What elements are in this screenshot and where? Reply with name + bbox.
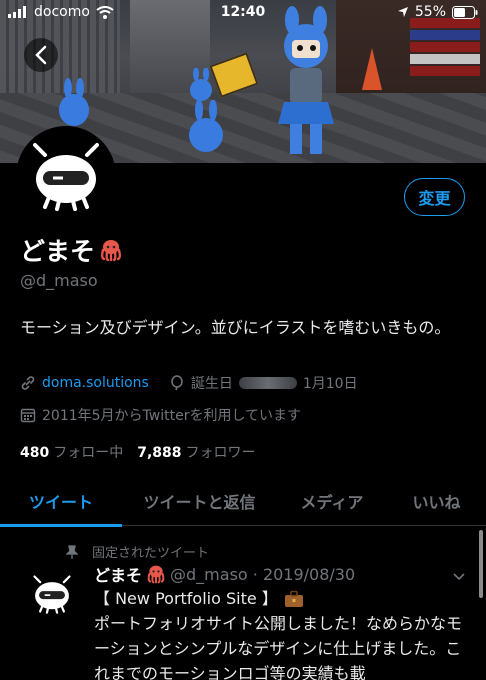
profile-bio: モーション及びデザイン。並びにイラストを嗜むいきもの。 [20, 318, 451, 337]
battery-icon [452, 5, 478, 19]
banner-shop-signs [410, 18, 480, 88]
link-icon [21, 376, 35, 390]
tab-likes[interactable]: いいね [387, 476, 486, 526]
chevron-down-icon [453, 573, 465, 581]
location-arrow-icon [397, 7, 408, 17]
tweet-text: ポートフォリオサイト公開しました！なめらかなモーションとシンプルなデザインに仕上… [94, 614, 463, 680]
banner-bunny-illustration [59, 78, 89, 126]
balloon-icon [171, 375, 183, 391]
profile-name: どまそ [20, 232, 123, 268]
profile-website-link[interactable]: doma.solutions [42, 375, 149, 391]
birthday-prefix: 誕生日 [190, 376, 233, 392]
tab-tweets[interactable]: ツイート [0, 476, 122, 527]
following-count: 480 [20, 445, 50, 461]
pinned-label: 固定されたツイート [92, 546, 210, 561]
profile-joined: 2011年5月からTwitterを利用しています [20, 405, 301, 425]
avatar-creature-icon [33, 143, 99, 211]
tweet-header: どまそ @d_maso · 2019/08/30 [94, 562, 355, 586]
tweet-title: 【 New Portfolio Site 】 [94, 589, 278, 608]
back-button[interactable] [24, 38, 58, 72]
tweet-author-avatar[interactable] [26, 568, 78, 620]
following-label: フォロー中 [53, 445, 124, 461]
followers-count: 7,888 [137, 445, 182, 461]
pin-icon [66, 544, 78, 559]
tweet-handle-date: @d_maso · 2019/08/30 [170, 564, 356, 584]
briefcase-emoji-icon [284, 590, 303, 607]
banner-bunny-illustration [189, 100, 223, 152]
joined-text: 2011年5月からTwitterを利用しています [42, 408, 302, 424]
profile-tabs: ツイート ツイートと返信 メディア いいね [0, 476, 486, 527]
tweet-title-line: 【 New Portfolio Site 】 [94, 586, 462, 611]
followers-label: フォロワー [185, 445, 256, 461]
status-bar: docomo 12:40 55% [0, 0, 486, 26]
birthday-redacted-blur [238, 377, 297, 389]
octopus-emoji-icon [101, 240, 122, 262]
scrollbar[interactable] [479, 530, 483, 598]
profile-avatar[interactable] [16, 126, 116, 226]
tab-media[interactable]: メディア [277, 476, 387, 526]
following-link[interactable]: 480 フォロー中 [20, 442, 123, 462]
followers-link[interactable]: 7,888 フォロワー [137, 442, 255, 462]
pinned-indicator: 固定されたツイート [66, 542, 209, 561]
calendar-icon [20, 408, 36, 423]
tweet-more-button[interactable] [452, 566, 466, 585]
banner-character-illustration [278, 6, 334, 154]
tweet-body: 【 New Portfolio Site 】 ポートフォリオサイト公開しました！… [94, 586, 462, 680]
octopus-emoji-icon [147, 565, 165, 584]
profile-meta-row: doma.solutions 誕生日 1月10日 [20, 373, 358, 393]
profile-birthday: 誕生日 1月10日 [169, 373, 358, 393]
follow-stats: 480 フォロー中 7,888 フォロワー [20, 442, 256, 462]
profile-name-text: どまそ [20, 237, 96, 266]
edit-profile-button[interactable]: 変更 [404, 178, 465, 216]
profile-handle: @d_maso [20, 271, 98, 290]
banner-bunny-illustration [190, 68, 212, 101]
chevron-left-icon [35, 45, 47, 65]
banner-traffic-cone [362, 48, 382, 90]
tweet-author-name[interactable]: どまそ [94, 562, 142, 586]
battery-percent: 55% [414, 4, 446, 20]
banner-warning-sign [209, 52, 259, 98]
status-bar-right: 55% [397, 4, 478, 20]
tab-tweets-and-replies[interactable]: ツイートと返信 [122, 476, 277, 526]
birthday-suffix: 1月10日 [302, 376, 358, 392]
avatar-creature-icon [33, 575, 71, 614]
